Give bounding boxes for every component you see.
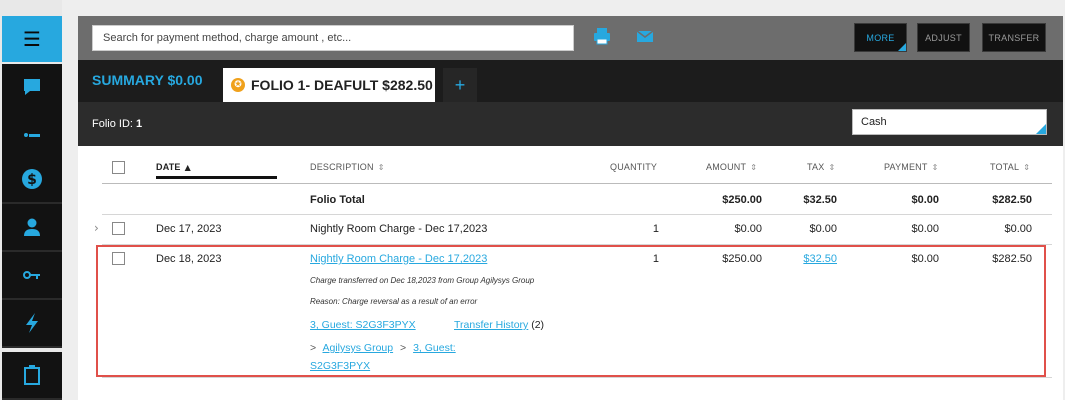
select-all-checkbox[interactable]: [112, 161, 125, 174]
row-date: Dec 17, 2023: [156, 223, 222, 235]
billing-button[interactable]: $: [2, 156, 62, 204]
messages-button[interactable]: [2, 64, 62, 112]
toolbar: MORE ADJUST TRANSFER: [78, 16, 1063, 60]
folio-total-payment: $0.00: [911, 194, 939, 206]
adjust-button[interactable]: ADJUST: [917, 23, 970, 52]
search-input[interactable]: [92, 25, 574, 51]
column-header-total[interactable]: TOTAL ⇕: [990, 162, 1030, 172]
hamburger-icon: ☰: [23, 27, 41, 51]
sort-indicator-underline: [156, 176, 277, 179]
plus-icon: +: [454, 74, 466, 95]
highlight-box: [96, 245, 1046, 377]
left-rail: ☰ $: [0, 0, 62, 400]
svg-text:$: $: [27, 172, 37, 188]
list-icon: [24, 133, 40, 137]
lightning-icon: [26, 313, 38, 333]
column-header-quantity[interactable]: QUANTITY: [610, 162, 657, 172]
more-label: MORE: [866, 32, 895, 43]
actions-button[interactable]: [2, 300, 62, 348]
transfer-button[interactable]: TRANSFER: [982, 23, 1046, 52]
row-quantity: 1: [652, 223, 659, 235]
row-amount: $0.00: [734, 223, 762, 235]
guest-button[interactable]: [2, 204, 62, 252]
chat-icon: [24, 79, 40, 95]
expand-chevron-icon[interactable]: ›: [94, 221, 99, 235]
dropdown-corner-icon: [898, 43, 906, 51]
menu-button[interactable]: ☰: [2, 16, 62, 62]
row-checkbox[interactable]: [112, 222, 125, 235]
row-tax: $0.00: [809, 223, 837, 235]
column-header-description[interactable]: DESCRIPTION ⇕: [310, 162, 385, 172]
more-button[interactable]: MORE: [854, 23, 907, 52]
print-icon[interactable]: [592, 26, 612, 52]
column-header-payment[interactable]: PAYMENT ⇕: [884, 162, 938, 172]
row-description: Nightly Room Charge - Dec 17,2023: [310, 223, 488, 235]
folio-info-bar: Folio ID: 1 Cash: [78, 102, 1063, 146]
row-divider: [102, 214, 1052, 215]
column-header-tax[interactable]: TAX ⇕: [807, 162, 835, 172]
documents-button[interactable]: [2, 352, 62, 400]
folio-total-amount: $250.00: [722, 194, 762, 206]
tab-summary[interactable]: SUMMARY $0.00: [92, 72, 202, 88]
folio-total-total: $282.50: [992, 194, 1032, 206]
mail-icon[interactable]: [635, 26, 655, 52]
adjust-label: ADJUST: [925, 32, 962, 43]
row-total: $0.00: [1004, 223, 1032, 235]
column-header-date[interactable]: DATE ▲: [156, 162, 191, 172]
payment-method-select[interactable]: Cash: [852, 109, 1047, 135]
folio-total-tax: $32.50: [803, 194, 837, 206]
tab-folio-label: FOLIO 1- DEAFULT $282.50: [251, 77, 433, 93]
clipboard-hand-icon: [24, 365, 40, 385]
person-icon: [24, 218, 40, 236]
folio-id: Folio ID: 1: [92, 118, 143, 130]
column-header-amount[interactable]: AMOUNT ⇕: [706, 162, 757, 172]
payment-method-value: Cash: [861, 116, 887, 128]
add-folio-button[interactable]: +: [443, 68, 477, 102]
transfer-label: TRANSFER: [988, 32, 1040, 43]
tab-folio-1[interactable]: ✪ FOLIO 1- DEAFULT $282.50: [223, 68, 435, 102]
dropdown-corner-icon: [1036, 124, 1046, 134]
notes-button[interactable]: [2, 110, 62, 158]
folio-total-label: Folio Total: [310, 194, 365, 206]
header-divider: [102, 183, 1052, 184]
dollar-icon: $: [22, 169, 42, 189]
keys-button[interactable]: [2, 252, 62, 300]
row-divider: [102, 377, 1052, 378]
row-payment: $0.00: [911, 223, 939, 235]
folio-tabs: SUMMARY $0.00 ✪ FOLIO 1- DEAFULT $282.50…: [78, 60, 1063, 102]
star-icon: ✪: [231, 78, 245, 92]
key-icon: [23, 271, 40, 279]
